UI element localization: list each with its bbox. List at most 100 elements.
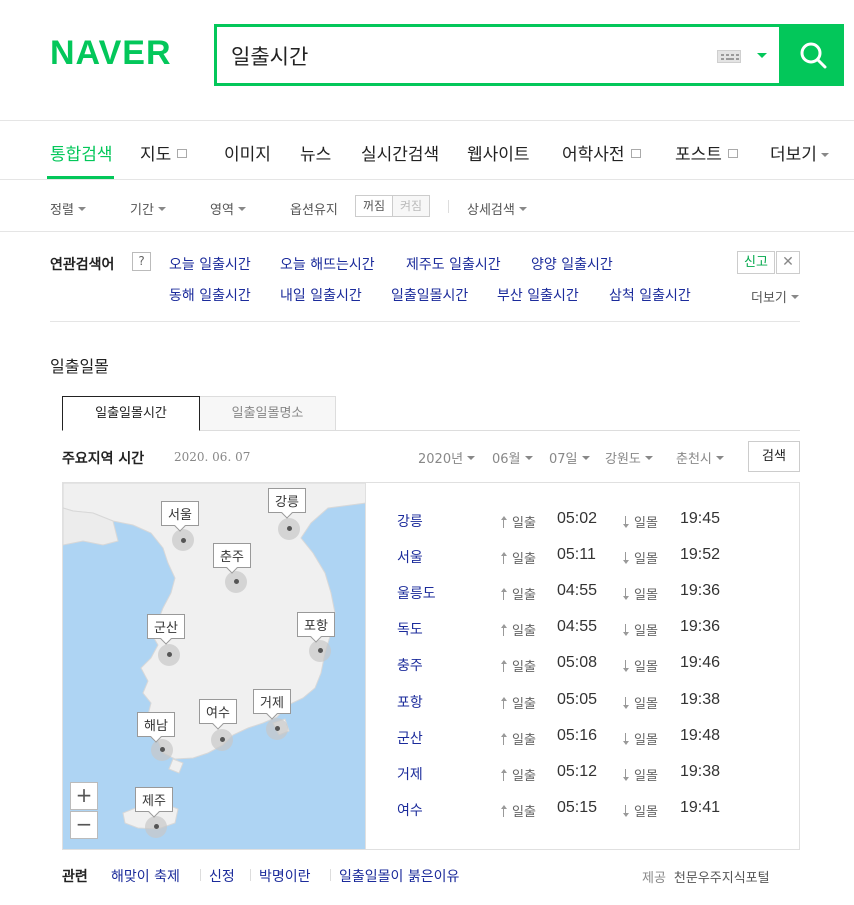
chevron-down-icon	[581, 456, 590, 460]
city-link[interactable]: 거제	[397, 764, 423, 784]
sort-option[interactable]: 정렬	[50, 199, 86, 218]
keyboard-icon[interactable]	[717, 50, 741, 63]
tab-image[interactable]: 이미지	[224, 140, 271, 165]
detail-search-option[interactable]: 상세검색	[467, 199, 527, 218]
city-link[interactable]: 울릉도	[397, 583, 436, 603]
sunset-icon	[623, 624, 629, 636]
close-icon[interactable]: ✕	[776, 251, 800, 274]
tab-website[interactable]: 웹사이트	[467, 140, 530, 165]
related-keyword[interactable]: 오늘 해뜨는시간	[280, 254, 375, 274]
month-select[interactable]: 06월	[492, 448, 533, 467]
table-row: 군산 일출 05:16 일몰 19:48	[397, 727, 787, 748]
related-keyword[interactable]: 부산 일출시간	[497, 285, 579, 305]
tab-sun-spots[interactable]: 일출일몰명소	[199, 396, 336, 431]
chevron-down-icon	[715, 456, 724, 460]
toggle-off[interactable]: 꺼짐	[356, 196, 393, 216]
sunset-time: 19:46	[680, 654, 721, 671]
gunsan-marker[interactable]	[167, 652, 172, 657]
chungju-marker[interactable]	[234, 579, 239, 584]
sunrise-icon	[501, 733, 507, 745]
keep-option-label: 옵션유지	[290, 203, 338, 218]
related-keyword[interactable]: 삼척 일출시간	[609, 285, 691, 305]
major-region-title: 주요지역 시간	[62, 451, 145, 467]
city-link[interactable]: 포항	[397, 692, 423, 712]
yeosu-marker[interactable]	[220, 737, 225, 742]
map-label-seoul[interactable]: 서울	[161, 501, 199, 526]
sunset-time: 19:41	[680, 799, 721, 816]
separator	[200, 869, 201, 881]
sunrise-time: 05:16	[557, 727, 598, 744]
city-link[interactable]: 군산	[397, 728, 423, 748]
provider-name[interactable]: 천문우주지식포털	[674, 871, 770, 886]
divider	[0, 179, 854, 180]
jeju-marker[interactable]	[154, 824, 159, 829]
city-link[interactable]: 서울	[397, 547, 423, 567]
sunset-label: 일몰	[623, 584, 658, 603]
toggle-on[interactable]: 켜짐	[393, 196, 429, 216]
autocomplete-toggle-icon[interactable]	[757, 53, 767, 58]
city-select[interactable]: 춘천시	[676, 448, 724, 467]
naver-logo[interactable]: NAVER	[50, 34, 172, 73]
map-label-haenam[interactable]: 해남	[137, 712, 175, 737]
province-select[interactable]: 강원도	[605, 448, 653, 467]
tab-more[interactable]: 더보기	[770, 140, 829, 165]
tab-dictionary[interactable]: 어학사전	[562, 140, 641, 165]
zoom-out-button[interactable]: −	[70, 811, 98, 839]
pohang-marker[interactable]	[318, 648, 323, 653]
map-label-gunsan[interactable]: 군산	[147, 614, 185, 639]
help-icon[interactable]: ?	[132, 252, 151, 271]
table-row: 거제 일출 05:12 일몰 19:38	[397, 763, 787, 784]
keep-option-toggle[interactable]: 꺼짐 켜짐	[355, 195, 430, 217]
sunset-label: 일몰	[623, 656, 658, 675]
footer-link[interactable]: 신정	[209, 866, 235, 886]
region-search-button[interactable]: 검색	[748, 441, 800, 472]
related-keyword[interactable]: 일출일몰시간	[391, 285, 468, 305]
footer-link[interactable]: 박명이란	[259, 866, 311, 886]
seoul-marker[interactable]	[181, 538, 186, 543]
search-input[interactable]: 일출시간	[231, 41, 308, 71]
sunrise-time: 05:12	[557, 763, 598, 780]
related-keyword[interactable]: 동해 일출시간	[169, 285, 251, 305]
divider	[0, 231, 854, 232]
related-keyword[interactable]: 제주도 일출시간	[406, 254, 501, 274]
city-link[interactable]: 독도	[397, 619, 423, 639]
tab-post[interactable]: 포스트	[675, 140, 738, 165]
tab-sun-times[interactable]: 일출일몰시간	[62, 396, 200, 431]
related-keyword[interactable]: 양양 일출시간	[531, 254, 613, 274]
period-option[interactable]: 기간	[130, 199, 166, 218]
tab-news[interactable]: 뉴스	[300, 140, 331, 165]
related-more-button[interactable]: 더보기	[751, 287, 799, 306]
geoje-marker[interactable]	[275, 726, 280, 731]
haenam-marker[interactable]	[160, 747, 165, 752]
report-button[interactable]: 신고	[737, 251, 775, 274]
search-box[interactable]: 일출시간	[214, 24, 782, 86]
footer-link[interactable]: 일출일몰이 붉은이유	[339, 866, 459, 886]
map-label-chungju[interactable]: 춘주	[213, 543, 251, 568]
sunset-time: 19:36	[680, 582, 721, 599]
related-keyword[interactable]: 내일 일출시간	[280, 285, 362, 305]
day-select[interactable]: 07일	[549, 448, 590, 467]
korea-map[interactable]: 서울 강릉 춘주 군산 포항 해남 여수 거제 제주 + −	[63, 483, 366, 849]
footer-link[interactable]: 해맞이 축제	[111, 866, 180, 886]
chevron-down-icon	[157, 207, 166, 211]
sunrise-icon	[501, 516, 507, 528]
city-link[interactable]: 여수	[397, 800, 423, 820]
map-label-jeju[interactable]: 제주	[135, 787, 173, 812]
search-button[interactable]	[782, 24, 844, 86]
zoom-in-button[interactable]: +	[70, 782, 98, 810]
related-keyword[interactable]: 오늘 일출시간	[169, 254, 251, 274]
city-link[interactable]: 충주	[397, 655, 423, 675]
map-label-gangneung[interactable]: 강릉	[268, 488, 306, 513]
city-link[interactable]: 강릉	[397, 511, 423, 531]
map-label-pohang[interactable]: 포항	[297, 612, 335, 637]
sunset-icon	[623, 516, 629, 528]
gangneung-marker[interactable]	[287, 526, 292, 531]
area-option[interactable]: 영역	[210, 199, 246, 218]
tab-integrated[interactable]: 통합검색	[50, 140, 113, 165]
tab-realtime[interactable]: 실시간검색	[361, 140, 439, 165]
year-select[interactable]: 2020년	[418, 448, 476, 467]
map-label-geoje[interactable]: 거제	[253, 689, 291, 714]
table-row: 여수 일출 05:15 일몰 19:41	[397, 799, 787, 820]
tab-map[interactable]: 지도	[140, 140, 188, 165]
map-label-yeosu[interactable]: 여수	[199, 699, 237, 724]
